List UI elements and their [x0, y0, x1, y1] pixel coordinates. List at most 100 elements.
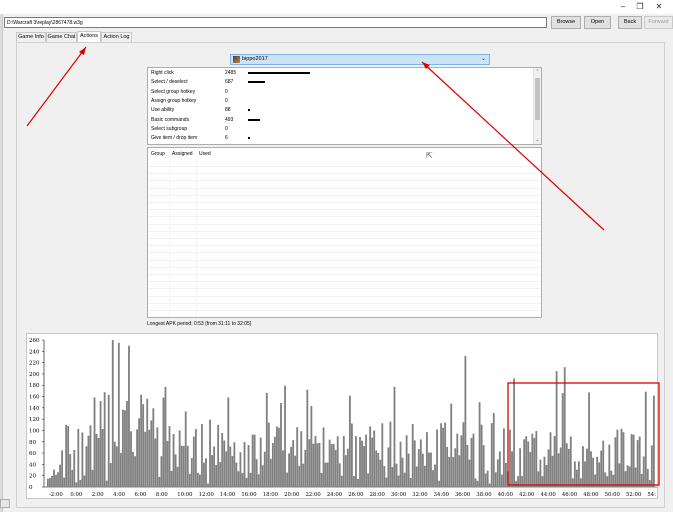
- apm-bar: [207, 483, 209, 487]
- apm-bar: [286, 472, 288, 487]
- table-row-line: [148, 310, 541, 311]
- apm-bar: [176, 466, 179, 487]
- action-list[interactable]: Right click 2485 Select / deselect 687 Selec…: [147, 67, 542, 145]
- apm-bar: [425, 432, 428, 487]
- hero-portrait-icon: [233, 56, 240, 63]
- apm-bar: [369, 426, 372, 487]
- apm-bar: [65, 424, 68, 487]
- tab-action-log[interactable]: Action Log: [101, 32, 132, 42]
- apm-bar: [592, 457, 594, 487]
- apm-bar: [549, 432, 552, 487]
- apm-bar: [434, 464, 436, 487]
- apm-bar: [265, 392, 268, 487]
- y-tick-label: 100: [29, 428, 40, 434]
- tab-game-info[interactable]: Game Info: [16, 32, 46, 42]
- apm-bar: [460, 435, 463, 487]
- apm-bar: [322, 427, 325, 487]
- apm-bar: [529, 451, 532, 487]
- x-tick-label: 26:00: [348, 492, 364, 498]
- x-tick-label: 38:00: [476, 492, 492, 498]
- restore-icon[interactable]: ❐: [633, 1, 647, 13]
- apm-bar: [160, 456, 163, 487]
- apm-bar: [421, 453, 424, 487]
- action-name: Select subgroup: [151, 125, 188, 132]
- action-count-bar: [248, 118, 260, 121]
- apm-bar: [391, 466, 394, 487]
- y-tick-label: 180: [29, 383, 40, 389]
- table-row-line: [148, 317, 541, 318]
- action-row[interactable]: Select group hotkey 0: [148, 88, 528, 97]
- table-row-line: [148, 274, 541, 275]
- apm-bar: [166, 440, 169, 487]
- action-count: 2485: [225, 70, 237, 76]
- apm-bar: [527, 441, 530, 487]
- back-button[interactable]: Back: [618, 16, 642, 29]
- apm-bar: [535, 430, 538, 487]
- replay-path-input[interactable]: D:\Warcraft 3\replay\2867478.w3g: [4, 17, 547, 28]
- apm-bar: [233, 442, 236, 487]
- apm-bar: [83, 475, 86, 487]
- apm-bar: [588, 392, 590, 487]
- player-dropdown[interactable]: bippo2017 ⌄: [230, 54, 490, 65]
- apm-bar: [288, 453, 290, 487]
- action-row[interactable]: Select / deselect 687: [148, 78, 528, 87]
- apm-bar: [75, 482, 78, 487]
- apm-bar: [393, 386, 396, 487]
- apm-bar: [525, 436, 528, 487]
- close-icon[interactable]: ✕: [652, 1, 666, 13]
- apm-bar: [269, 458, 272, 487]
- apm-bar: [308, 439, 311, 487]
- apm-bar: [172, 433, 175, 487]
- apm-bar: [310, 406, 313, 487]
- scroll-up-icon[interactable]: ⌃: [534, 68, 541, 76]
- apm-bar: [156, 427, 159, 487]
- apm-bar: [144, 431, 147, 487]
- apm-bar: [61, 450, 64, 487]
- apm-bar: [438, 480, 440, 487]
- tab-actions[interactable]: Actions: [77, 31, 101, 42]
- table-row-line: [148, 187, 541, 189]
- apm-bar: [407, 453, 410, 487]
- action-row[interactable]: Select subgroup 0: [148, 125, 528, 134]
- apm-bar: [128, 345, 130, 487]
- action-list-scrollbar[interactable]: ⌃ ⌄: [533, 68, 541, 144]
- apm-bar: [616, 429, 619, 487]
- minimize-icon[interactable]: –: [616, 1, 630, 13]
- apm-bar: [598, 462, 601, 487]
- forward-button[interactable]: Forward: [644, 16, 673, 29]
- apm-bar: [620, 428, 623, 487]
- table-row-line: [148, 266, 541, 268]
- action-row[interactable]: Use ability 88: [148, 106, 528, 115]
- action-row[interactable]: Assign group hotkey 0: [148, 97, 528, 106]
- apm-bar: [415, 466, 418, 487]
- x-tick-label: 40:00: [498, 492, 514, 498]
- apm-bar: [642, 456, 645, 487]
- table-row-line: [148, 259, 541, 261]
- action-count-bar: [248, 72, 310, 74]
- apm-bar: [271, 442, 274, 487]
- apm-bar: [243, 442, 246, 487]
- apm-bar: [59, 464, 61, 487]
- apm-bar: [225, 451, 228, 487]
- apm-bar: [600, 450, 603, 487]
- apm-bar: [557, 453, 560, 487]
- apm-bar: [276, 426, 278, 487]
- action-row[interactable]: Right click 2485: [148, 69, 528, 78]
- apm-bar: [124, 410, 126, 487]
- open-button[interactable]: Open: [584, 16, 611, 29]
- chevron-down-icon[interactable]: ⌄: [481, 55, 486, 64]
- action-row[interactable]: Basic commands 493: [148, 116, 528, 125]
- apm-bar: [302, 463, 305, 487]
- apm-bar: [454, 448, 457, 487]
- apm-bar: [103, 392, 106, 487]
- apm-bar: [221, 432, 224, 487]
- tab-game-chat[interactable]: Game Chat: [46, 32, 77, 42]
- scroll-down-icon[interactable]: ⌄: [534, 136, 541, 144]
- apm-bar: [626, 465, 629, 487]
- browse-button[interactable]: Browse: [551, 16, 581, 29]
- group-table[interactable]: Group Assigned Used: [147, 147, 542, 318]
- action-name: Basic commands: [151, 116, 190, 123]
- action-row[interactable]: Give item / drop item 6: [148, 134, 528, 143]
- scrollbar-thumb[interactable]: [535, 78, 540, 120]
- apm-bar: [470, 437, 473, 487]
